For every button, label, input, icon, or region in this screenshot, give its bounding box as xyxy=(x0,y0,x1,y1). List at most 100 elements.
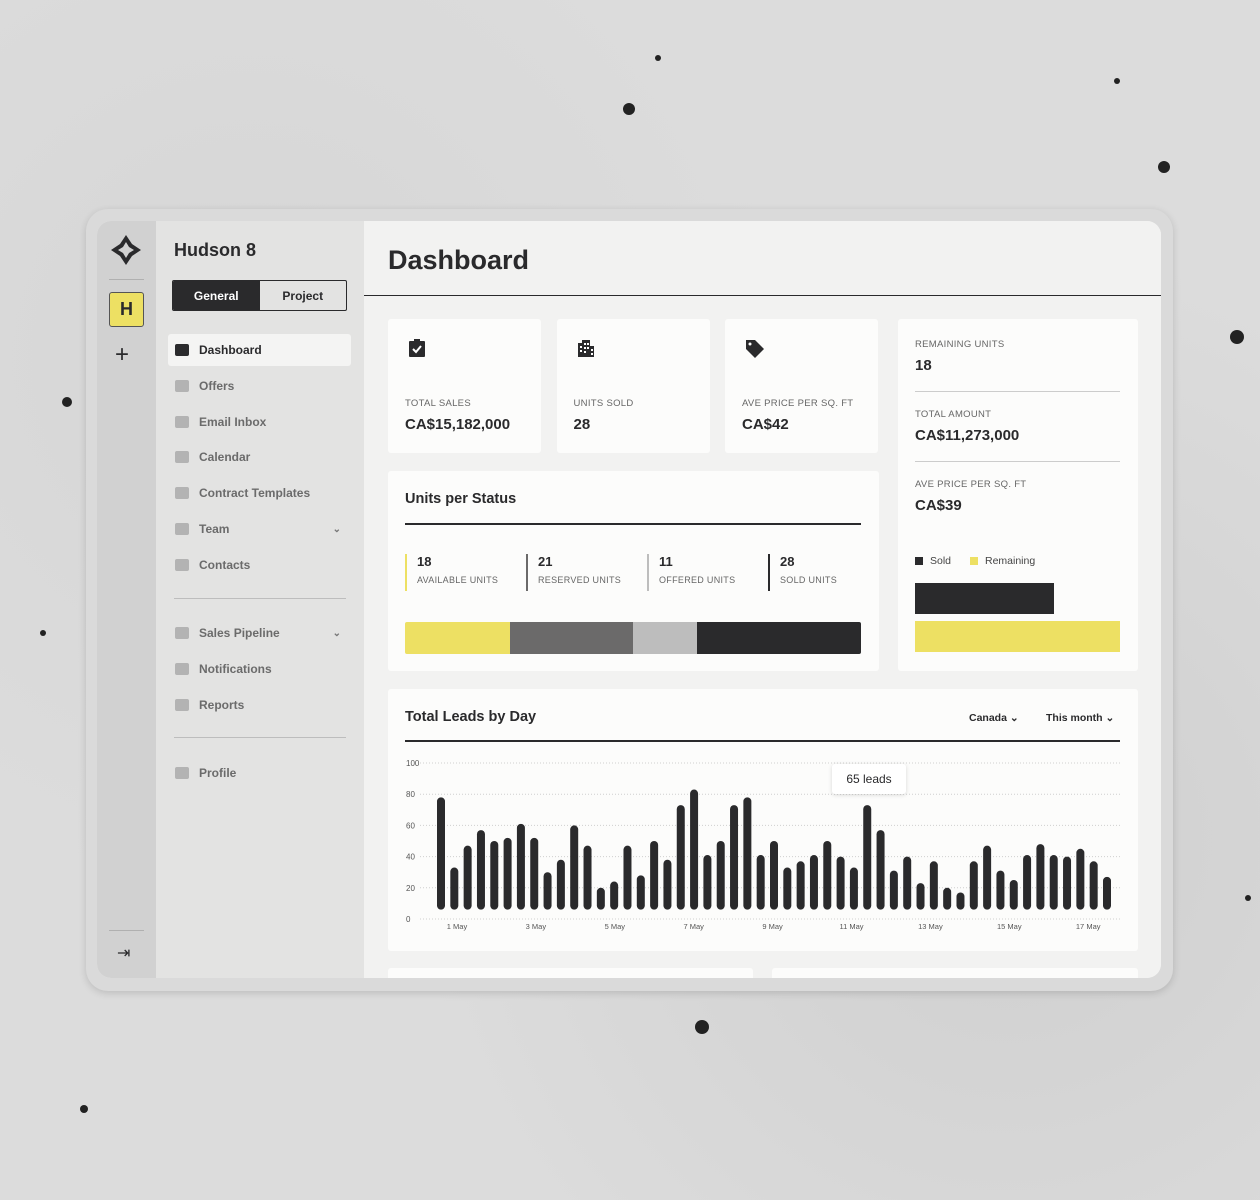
tab-general[interactable]: General xyxy=(173,281,260,310)
chart-bar[interactable] xyxy=(610,881,619,910)
chart-bar[interactable] xyxy=(876,830,885,910)
x-tick-label: 7 May xyxy=(683,922,704,931)
chart-bar[interactable] xyxy=(463,845,472,910)
chart-bar[interactable] xyxy=(823,841,832,910)
y-tick-label: 0 xyxy=(406,915,411,924)
chart-bar[interactable] xyxy=(490,841,499,910)
chart-bar[interactable] xyxy=(889,870,898,910)
chart-bar[interactable] xyxy=(1023,855,1032,910)
chart-bar[interactable] xyxy=(437,797,445,910)
chart-bar[interactable] xyxy=(543,872,552,910)
x-tick-label: 15 May xyxy=(997,922,1022,931)
chart-bar[interactable] xyxy=(583,845,592,910)
chart-bar[interactable] xyxy=(929,861,938,910)
chart-bar[interactable] xyxy=(969,861,978,910)
x-tick-label: 13 May xyxy=(918,922,943,931)
y-tick-label: 60 xyxy=(406,821,415,830)
remaining-bar xyxy=(915,621,1120,652)
chart-bar[interactable] xyxy=(530,837,539,910)
chart-bar[interactable] xyxy=(1009,880,1018,910)
chart-bar[interactable] xyxy=(476,830,485,910)
status-item: 18 AVAILABLE UNITS xyxy=(405,554,498,591)
add-workspace-button[interactable]: + xyxy=(115,341,129,369)
chart-bar[interactable] xyxy=(1063,856,1072,910)
chart-bar[interactable] xyxy=(690,789,699,910)
workspace-title: Hudson 8 xyxy=(174,240,257,260)
chart-bar[interactable] xyxy=(916,883,925,910)
logout-icon[interactable]: ⇥ xyxy=(117,943,130,963)
remaining-label: AVE PRICE PER SQ. FT xyxy=(915,479,1027,490)
tag-icon xyxy=(175,379,189,392)
chart-bar[interactable] xyxy=(756,855,765,910)
chart-bar[interactable] xyxy=(503,837,512,910)
texture-speck xyxy=(623,103,635,115)
app-window: H + ⇥ Hudson 8 General Project Dashboard… xyxy=(97,221,1161,978)
chart-bar[interactable] xyxy=(743,797,752,910)
chart-bar[interactable] xyxy=(596,887,605,910)
tab-project[interactable]: Project xyxy=(260,281,347,310)
texture-speck xyxy=(1114,78,1120,84)
sidebar-item-contacts[interactable]: Contacts xyxy=(168,549,351,581)
chart-bar[interactable] xyxy=(996,870,1005,910)
chart-bar[interactable] xyxy=(943,887,952,910)
chart-bar[interactable] xyxy=(663,859,672,910)
chart-bar[interactable] xyxy=(809,855,818,910)
sidebar-item-email-inbox[interactable]: Email Inbox xyxy=(168,406,351,438)
segmented-tabs: General Project xyxy=(172,280,347,311)
chart-bar[interactable] xyxy=(516,823,525,910)
sidebar: Hudson 8 General Project Dashboard Offers… xyxy=(156,221,364,978)
bell-icon xyxy=(175,662,189,675)
reports-icon xyxy=(175,698,189,711)
sidebar-item-dashboard[interactable]: Dashboard xyxy=(168,334,351,366)
chart-bar[interactable] xyxy=(836,856,845,910)
chart-bar[interactable] xyxy=(570,825,579,910)
y-tick-label: 80 xyxy=(406,790,415,799)
main-content: Dashboard TOTAL SALES CA$15,182,000 UNITS … xyxy=(364,221,1161,978)
texture-speck xyxy=(40,630,46,636)
chart-bar[interactable] xyxy=(636,875,645,910)
chart-bar[interactable] xyxy=(450,867,459,910)
chart-bar[interactable] xyxy=(730,805,739,910)
legend-remaining: Remaining xyxy=(970,555,1035,567)
country-dropdown[interactable]: Canada ⌄ xyxy=(969,712,1019,724)
workspace-badge[interactable]: H xyxy=(109,292,144,327)
sidebar-item-contract-templates[interactable]: Contract Templates xyxy=(168,477,351,509)
sidebar-item-notifications[interactable]: Notifications xyxy=(168,653,351,685)
texture-speck xyxy=(1245,895,1251,901)
chart-bar[interactable] xyxy=(863,805,872,910)
chart-bar[interactable] xyxy=(556,859,565,910)
chart-bar[interactable] xyxy=(1089,861,1098,910)
texture-speck xyxy=(1158,161,1170,173)
chart-bar[interactable] xyxy=(903,856,912,910)
sidebar-item-profile[interactable]: Profile xyxy=(168,757,351,789)
chart-bar[interactable] xyxy=(783,867,792,910)
chart-bar[interactable] xyxy=(770,841,778,910)
units-per-status-card: Units per Status 18 AVAILABLE UNITS 21 RESER… xyxy=(388,471,879,671)
chart-bar[interactable] xyxy=(956,892,965,910)
chart-bar[interactable] xyxy=(796,861,805,910)
chart-bar[interactable] xyxy=(1036,844,1045,910)
chart-bar[interactable] xyxy=(1103,876,1111,910)
chart-bar[interactable] xyxy=(650,841,659,910)
sidebar-item-team[interactable]: Team ⌄ xyxy=(168,513,351,545)
tag-icon xyxy=(744,338,766,365)
chart-bar[interactable] xyxy=(1049,855,1058,910)
sidebar-item-reports[interactable]: Reports xyxy=(168,689,351,721)
x-tick-label: 11 May xyxy=(839,922,863,931)
chart-bar[interactable] xyxy=(623,845,632,910)
period-dropdown[interactable]: This month ⌄ xyxy=(1046,712,1114,724)
chart-bar[interactable] xyxy=(716,841,725,910)
chart-bar[interactable] xyxy=(1076,848,1085,910)
stat-value: CA$42 xyxy=(742,416,789,433)
status-bar-segment xyxy=(633,622,698,654)
clipboard-check-icon xyxy=(407,338,427,363)
sidebar-item-calendar[interactable]: Calendar xyxy=(168,441,351,473)
mail-icon xyxy=(175,415,189,428)
sidebar-item-sales-pipeline[interactable]: Sales Pipeline ⌄ xyxy=(168,617,351,649)
x-tick-label: 9 May xyxy=(762,922,783,931)
chart-bar[interactable] xyxy=(849,867,858,910)
chart-bar[interactable] xyxy=(676,805,685,910)
chart-bar[interactable] xyxy=(703,855,712,910)
sidebar-item-offers[interactable]: Offers xyxy=(168,370,351,402)
chart-bar[interactable] xyxy=(983,845,992,910)
